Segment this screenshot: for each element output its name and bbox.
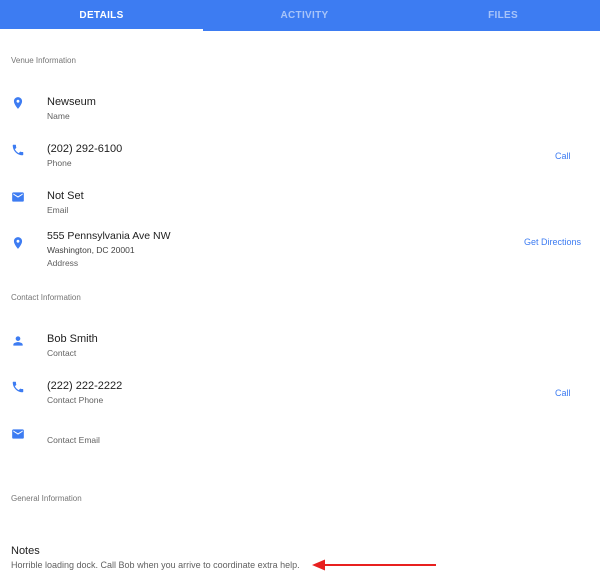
venue-address-label: Address: [47, 258, 79, 268]
venue-name-label: Name: [47, 111, 70, 121]
contact-call-button[interactable]: Call: [555, 388, 571, 398]
email-icon: [11, 190, 25, 204]
notes-title: Notes: [11, 545, 40, 557]
venue-address-line2: Washington, DC 20001: [47, 245, 135, 255]
venue-email-label: Email: [47, 205, 69, 215]
person-icon: [11, 334, 25, 348]
venue-name-value: Newseum: [47, 96, 96, 108]
notes-text: Horrible loading dock. Call Bob when you…: [11, 560, 300, 570]
venue-email-value: Not Set: [47, 190, 84, 202]
phone-icon: [11, 143, 25, 157]
venue-section-title: Venue Information: [11, 56, 76, 65]
venue-address-line1: 555 Pennsylvania Ave NW: [47, 230, 171, 242]
contact-section-title: Contact Information: [11, 293, 81, 302]
tab-details[interactable]: DETAILS: [0, 0, 203, 31]
email-icon: [11, 427, 25, 441]
contact-name-value: Bob Smith: [47, 333, 98, 345]
contact-phone-value: (222) 222-2222: [47, 380, 123, 392]
tab-bar: DETAILS ACTIVITY FILES: [0, 0, 600, 31]
contact-phone-label: Contact Phone: [47, 395, 104, 405]
venue-phone-label: Phone: [47, 158, 72, 168]
contact-email-label: Contact Email: [47, 435, 100, 445]
place-icon: [11, 96, 25, 110]
venue-phone-value: (202) 292-6100: [47, 143, 123, 155]
general-section-title: General Information: [11, 494, 82, 503]
annotation-arrow-icon: [312, 559, 436, 571]
phone-icon: [11, 380, 25, 394]
venue-call-button[interactable]: Call: [555, 151, 571, 161]
contact-name-label: Contact: [47, 348, 77, 358]
tab-files[interactable]: FILES: [406, 0, 600, 31]
active-tab-indicator: [0, 29, 203, 31]
get-directions-button[interactable]: Get Directions: [524, 237, 581, 247]
place-icon: [11, 236, 25, 250]
tab-activity[interactable]: ACTIVITY: [203, 0, 406, 31]
